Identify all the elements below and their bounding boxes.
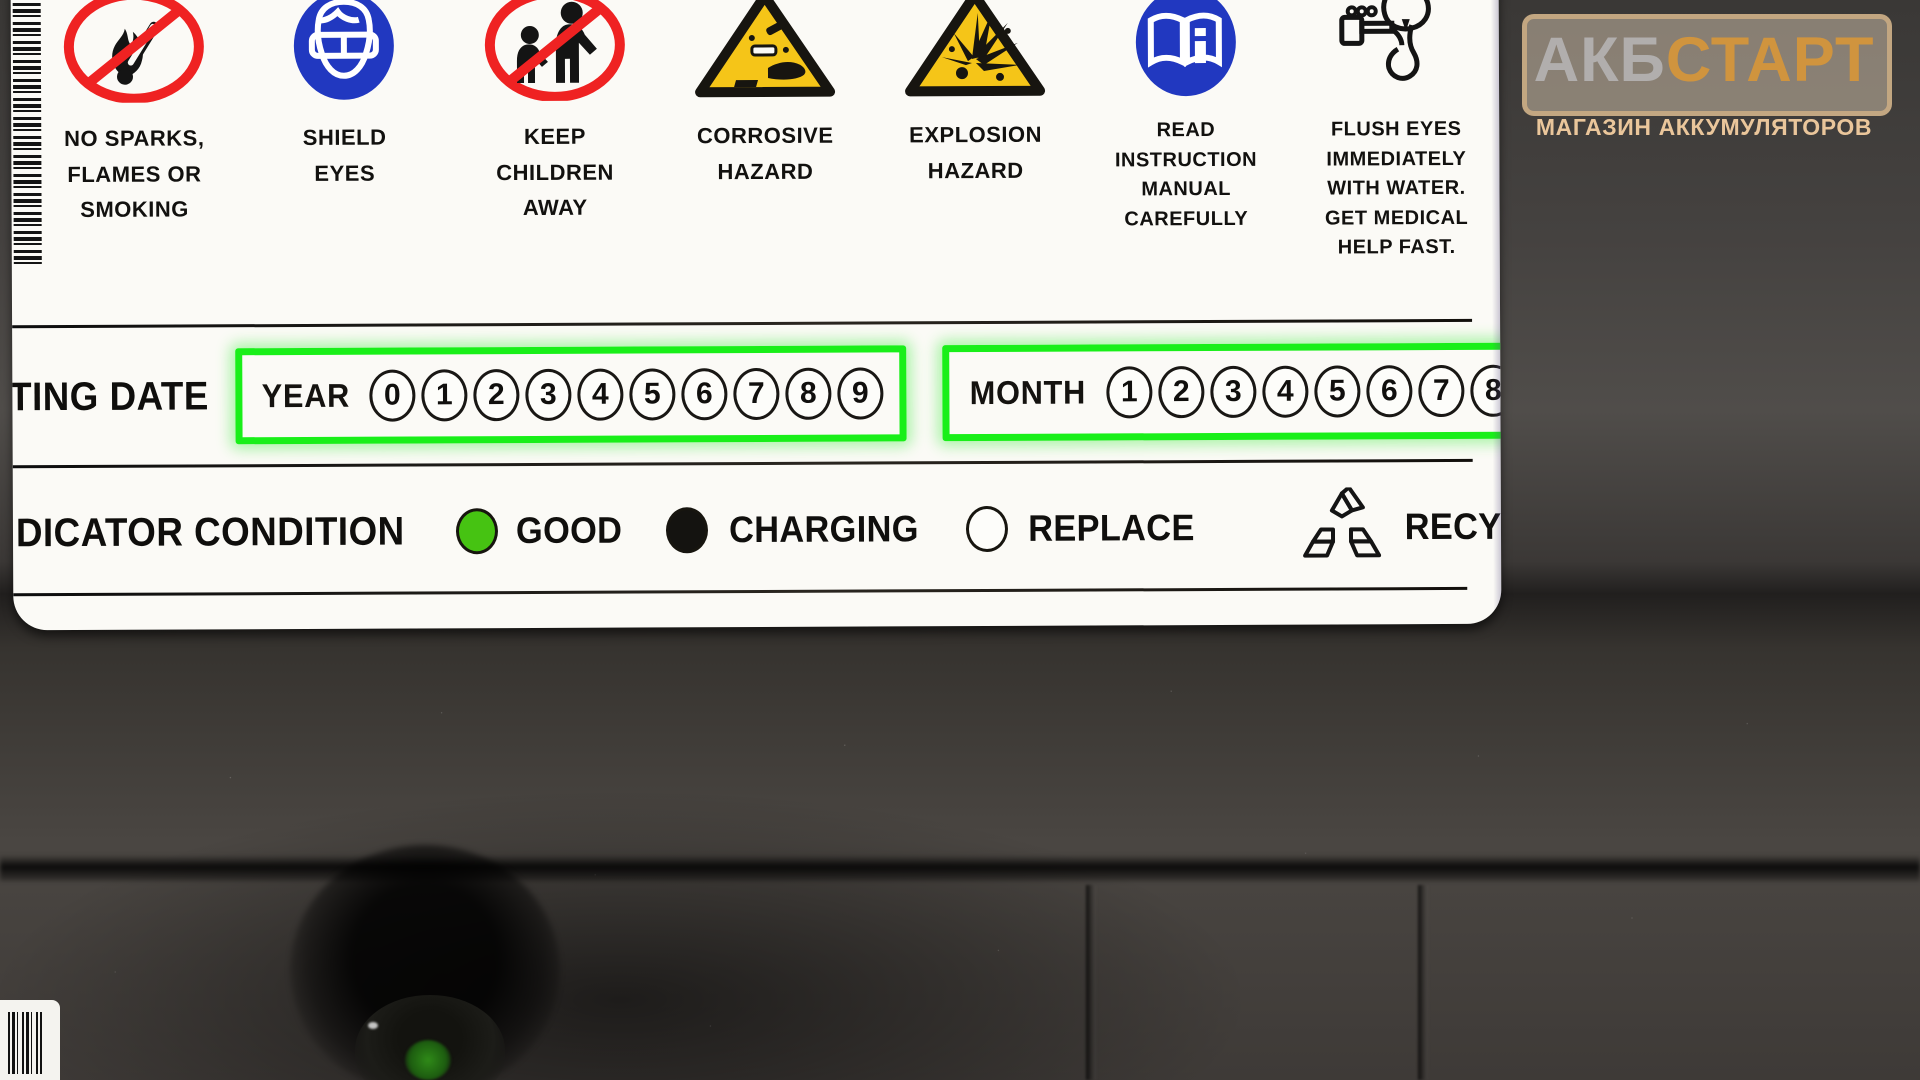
case-groove-1: [1086, 885, 1096, 1080]
battery-warning-label: NO SPARKS, FLAMES OR SMOKING SHIELD EYES…: [10, 0, 1502, 631]
screenshot-root: NO SPARKS, FLAMES OR SMOKING SHIELD EYES…: [0, 0, 1920, 1080]
divider-below-date: [12, 458, 1473, 469]
explosion-hazard-icon: [900, 0, 1051, 105]
replace-dot-icon: [965, 505, 1008, 553]
read-manual-icon: [1120, 0, 1251, 104]
month-chip[interactable]: 7: [1418, 364, 1465, 418]
year-chip[interactable]: 8: [785, 367, 832, 420]
year-label: YEAR: [261, 376, 351, 415]
month-chip[interactable]: 8: [1470, 364, 1502, 417]
year-chip-group: 0 1 2 3 4 5 6 7 8 9: [369, 367, 884, 422]
label-barcode-strip: [12, 0, 42, 266]
case-groove-2: [1418, 885, 1428, 1080]
indicator-state-charging: CHARGING: [665, 506, 926, 554]
hazard-caption: KEEP CHILDREN AWAY: [496, 123, 614, 221]
no-flames-icon: [59, 0, 210, 109]
date-section-title: TING DATE: [10, 373, 209, 419]
barcode-bars: [8, 1012, 42, 1074]
year-chip[interactable]: 6: [681, 368, 728, 421]
charging-dot-icon: [665, 507, 708, 554]
year-chip[interactable]: 7: [733, 367, 780, 421]
year-chip[interactable]: 0: [369, 369, 416, 422]
lower-barcode-tab: [0, 1000, 60, 1080]
hazard-flush-eyes: FLUSH EYES IMMEDIATELY WITH WATER. GET M…: [1307, 0, 1486, 264]
good-dot-icon: [455, 508, 498, 555]
hazard-caption: NO SPARKS, FLAMES OR SMOKING: [64, 125, 205, 223]
year-highlight-box: YEAR 0 1 2 3 4 5 6 7 8 9: [235, 345, 907, 445]
hazard-caption: EXPLOSION HAZARD: [909, 121, 1043, 183]
case-seam: [0, 855, 1920, 881]
hazard-explosion: EXPLOSION HAZARD: [886, 0, 1065, 189]
manufacturing-date-row: TING DATE YEAR 0 1 2 3 4 5 6 7 8 9 MONTH: [10, 331, 1502, 457]
month-chip[interactable]: 2: [1158, 366, 1205, 419]
month-highlight-box: MONTH 1 2 3 4 5 6 7 8 9 10 11 12: [942, 341, 1502, 442]
year-chip[interactable]: 1: [421, 369, 468, 422]
indicator-state-replace: REPLACE: [965, 505, 1201, 553]
shield-eyes-icon: [279, 0, 410, 108]
month-chip[interactable]: 1: [1106, 366, 1153, 419]
indicator-condition-row: DICATOR CONDITION GOOD CHARGING REPLACE: [13, 479, 1501, 581]
hazard-keep-children-away: KEEP CHILDREN AWAY: [465, 0, 644, 226]
hazard-shield-eyes: SHIELD EYES: [255, 0, 434, 191]
indicator-state-label: CHARGING: [728, 508, 919, 551]
year-chip[interactable]: 4: [577, 368, 624, 421]
hazard-read-manual: READ INSTRUCTION MANUAL CAREFULLY: [1096, 0, 1275, 235]
indicator-section-title: DICATOR CONDITION: [15, 509, 405, 555]
divider-below-indicator: [13, 586, 1468, 597]
month-chip[interactable]: 3: [1210, 365, 1257, 419]
corrosive-hazard-icon: [690, 0, 841, 106]
divider-above-date: [12, 318, 1473, 329]
recycling-icon: [1300, 484, 1382, 568]
year-chip[interactable]: 9: [837, 367, 884, 420]
recycling-mark: RECYCLING: [1300, 484, 1502, 568]
year-chip[interactable]: 2: [473, 369, 520, 422]
recycling-label: RECYCLING: [1404, 505, 1502, 548]
hazard-no-sparks: NO SPARKS, FLAMES OR SMOKING: [45, 0, 224, 228]
year-chip[interactable]: 3: [525, 368, 572, 422]
month-chip[interactable]: 4: [1262, 365, 1309, 418]
indicator-state-label: REPLACE: [1027, 507, 1195, 549]
year-chip[interactable]: 5: [629, 368, 676, 421]
month-label: MONTH: [969, 373, 1087, 412]
flush-eyes-icon: [1316, 0, 1477, 104]
indicator-state-good: GOOD: [455, 508, 625, 555]
indicator-state-label: GOOD: [515, 509, 622, 552]
hazard-pictogram-row: NO SPARKS, FLAMES OR SMOKING SHIELD EYES…: [45, 0, 1486, 285]
hazard-caption: SHIELD EYES: [302, 124, 387, 186]
hazard-caption: FLUSH EYES IMMEDIATELY WITH WATER. GET M…: [1324, 117, 1469, 259]
month-chip[interactable]: 5: [1314, 365, 1361, 418]
month-chip-group: 1 2 3 4 5 6 7 8 9 10 11 12: [1106, 364, 1502, 419]
month-chip[interactable]: 6: [1366, 365, 1413, 418]
charge-indicator-eye: [405, 1040, 451, 1080]
vent-specular-highlight: [368, 1022, 378, 1029]
hazard-corrosive: CORROSIVE HAZARD: [676, 0, 855, 190]
hazard-caption: CORROSIVE HAZARD: [696, 122, 834, 184]
hazard-caption: READ INSTRUCTION MANUAL CAREFULLY: [1114, 118, 1258, 231]
keep-children-away-icon: [479, 0, 630, 107]
